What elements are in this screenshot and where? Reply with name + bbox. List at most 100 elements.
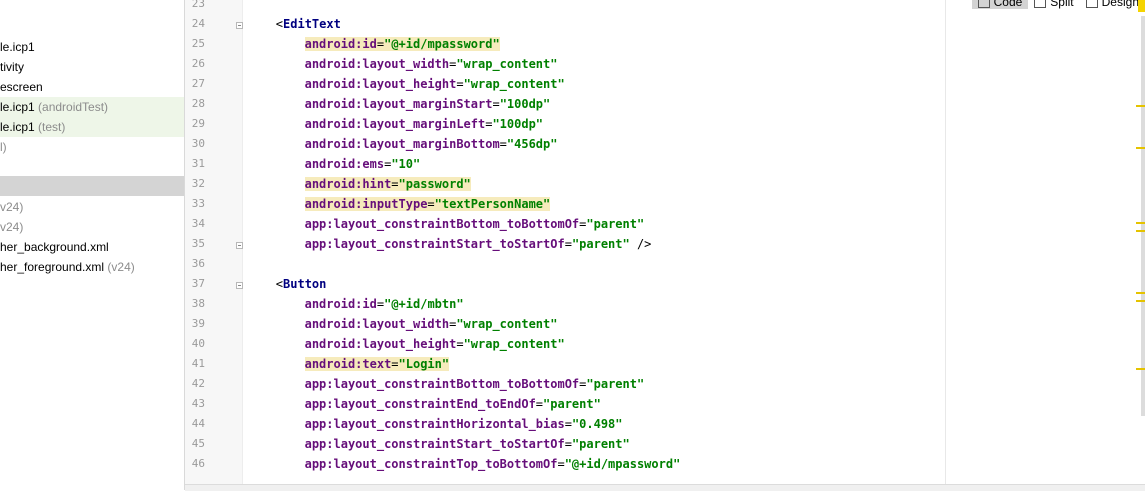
code-token-val: "10" [391,157,421,171]
code-token-val: "0.498" [571,417,623,431]
tree-item-label: le.icp1 [0,40,35,54]
code-token-val: "wrap_content" [463,77,565,91]
code-token-val: "@+id/mbtn" [384,297,464,311]
mode-label: Design [1101,0,1139,9]
tree-item[interactable]: le.icp1 [0,37,184,57]
code-text: app:layout_constraintBottom_toBottomOf="… [305,217,645,231]
code-line: android:id="@+id/mpassword" [304,34,500,54]
fold-toggle-icon[interactable] [236,22,243,29]
tree-item[interactable] [0,157,184,177]
code-line: android:inputType="textPersonName" [304,194,551,214]
tree-item[interactable]: le.icp1 (test) [0,117,184,137]
code-line: android:layout_width="wrap_content" [305,314,558,334]
code-token-val: "456dp" [506,137,558,151]
warning-stripe-mark[interactable] [1136,292,1145,294]
code-token-val: "@+id/mpassword" [384,37,500,51]
code-token-ns: android [304,197,356,211]
editor-mode-switch: Code Split Design [971,0,1145,14]
code-text: app:layout_constraintTop_toBottomOf="@+i… [305,457,681,471]
code-editor[interactable]: <EditText android:id="@+id/mpassword" andr… [243,0,1143,484]
code-token-val: "100dp" [499,97,551,111]
tree-item-annotation: v24) [0,220,24,234]
code-line: app:layout_constraintStart_toStartOf="pa… [305,234,652,254]
code-token-punct: = [535,397,544,411]
tree-item-label: escreen [0,80,43,94]
highlighted-code: android:inputType="textPersonName" [304,197,551,211]
code-text: <Button [276,277,327,291]
tree-item[interactable]: her_background.xml [0,237,184,257]
warning-stripe-mark[interactable] [1136,147,1145,149]
mode-design-button[interactable]: Design [1080,0,1145,9]
code-token-ns: android [304,97,356,111]
code-token-punct: = [456,337,464,351]
code-text: android:id="@+id/mbtn" [305,297,464,311]
warning-stripe-mark[interactable] [1136,105,1145,107]
code-token-ns: android [304,317,356,331]
code-token-punct: = [427,197,435,211]
code-text: android:ems="10" [305,157,421,171]
code-token-punct: < [275,17,284,31]
highlighted-code: android:hint="password" [304,177,471,191]
tree-item[interactable]: escreen [0,77,184,97]
code-token-punct: < [275,277,284,291]
warning-stripe-mark[interactable] [1136,300,1145,302]
tree-item[interactable]: her_foreground.xml (v24) [0,257,184,277]
code-token-attr: :id [355,297,377,311]
vertical-scrollbar[interactable] [1141,16,1145,416]
code-line: android:layout_width="wrap_content" [305,54,558,74]
code-token-attr: :layout_constraintTop_toBottomOf [326,457,558,471]
mode-design-icon [1085,0,1098,8]
code-token-attr: :layout_constraintHorizontal_bias [326,417,565,431]
tree-item-label: le.icp1 [0,120,35,134]
tree-item[interactable]: le.icp1 (androidTest) [0,97,184,117]
code-token-val: "textPersonName" [434,197,551,211]
code-token-ns: app [304,457,327,471]
tree-item-label: tivity [0,60,24,74]
code-line: android:text="Login" [304,354,450,374]
code-token-attr: :layout_width [355,57,450,71]
code-token-val: "100dp" [492,117,544,131]
line-number: 43 [191,397,205,410]
warning-stripe-mark[interactable] [1136,368,1145,370]
code-line: app:layout_constraintHorizontal_bias="0.… [305,414,623,434]
mode-split-icon [1034,0,1047,8]
code-token-attr: :layout_constraintStart_toStartOf [326,437,565,451]
code-text: android:layout_marginLeft="100dp" [305,117,543,131]
line-number: 41 [191,357,205,370]
code-token-val: "parent" [571,237,630,251]
code-token-attr: :layout_constraintStart_toStartOf [326,237,565,251]
tree-item[interactable] [0,176,184,196]
tree-item[interactable]: tivity [0,57,184,77]
code-line: <Button [276,274,327,294]
code-token-attr: :layout_height [355,77,457,91]
code-text: android:layout_width="wrap_content" [305,317,558,331]
code-line: android:layout_marginStart="100dp" [305,94,551,114]
code-token-ns: android [304,137,356,151]
warning-stripe-mark[interactable] [1136,222,1145,224]
tree-item[interactable]: v24) [0,217,184,237]
code-text: android:layout_height="wrap_content" [305,77,565,91]
line-number: 40 [191,337,205,350]
warning-stripe-mark[interactable] [1136,230,1145,232]
code-text: app:layout_constraintStart_toStartOf="pa… [305,437,630,451]
line-number: 30 [191,137,205,150]
tree-item-label: her_background.xml [0,240,109,254]
code-token-attr: :text [355,357,392,371]
code-line: android:ems="10" [305,154,421,174]
code-text: android:layout_height="wrap_content" [305,337,565,351]
mode-code-button[interactable]: Code [971,0,1029,9]
code-line: android:layout_height="wrap_content" [305,74,565,94]
fold-toggle-icon[interactable] [236,282,243,289]
code-token-attr: :id [355,37,377,51]
code-text: app:layout_constraintBottom_toBottomOf="… [305,377,645,391]
inspection-status-icon[interactable] [1138,0,1145,12]
fold-toggle-icon[interactable] [236,242,243,249]
code-token-ns: app [304,237,327,251]
tree-item[interactable]: l) [0,137,184,157]
code-line: app:layout_constraintBottom_toBottomOf="… [305,214,645,234]
code-line: android:hint="password" [304,174,471,194]
code-token-punct: = [564,437,572,451]
mode-split-button[interactable]: Split [1028,0,1079,9]
line-number: 46 [191,457,205,470]
tree-item[interactable]: v24) [0,197,184,217]
